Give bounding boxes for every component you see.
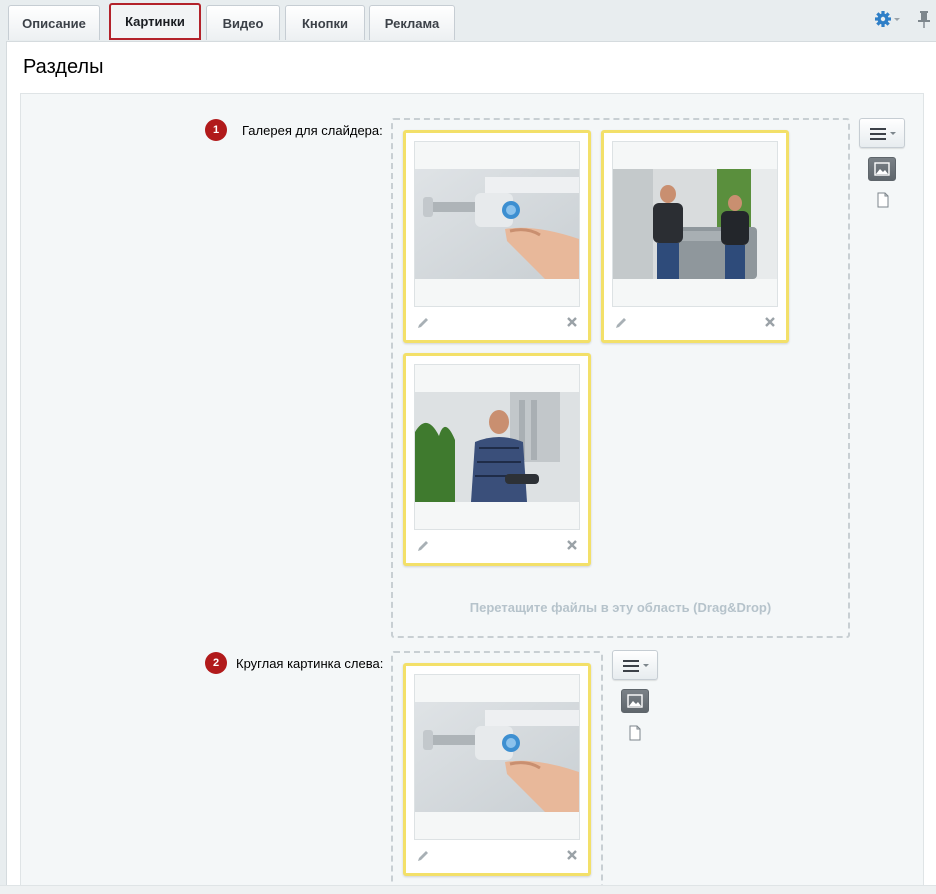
tab-buttons[interactable]: Кнопки: [285, 5, 365, 40]
image-frame: [414, 141, 580, 307]
thermostat-valve-photo: [415, 702, 579, 812]
gallery-image-card[interactable]: [601, 130, 789, 343]
gallery-dropzone[interactable]: Перетащите файлы в эту область (Drag&Dro…: [391, 118, 850, 638]
image-icon: [874, 162, 890, 176]
menu-icon: [623, 660, 649, 672]
round-image-card[interactable]: [403, 663, 591, 876]
tab-description[interactable]: Описание: [8, 5, 100, 40]
bottom-divider: [0, 885, 936, 894]
edit-icon[interactable]: [416, 849, 430, 863]
image-frame: [414, 674, 580, 840]
gallery-image-card[interactable]: [403, 353, 591, 566]
edit-icon[interactable]: [416, 539, 430, 553]
file-icon[interactable]: [628, 725, 642, 741]
workers-moving-boiler-photo: [613, 169, 777, 279]
tab-video[interactable]: Видео: [206, 5, 280, 40]
delete-icon[interactable]: [565, 538, 579, 552]
delete-icon[interactable]: [763, 315, 777, 329]
image-icon: [627, 694, 643, 708]
round-image-field-label: Круглая картинка слева:: [236, 656, 384, 671]
round-image-dropzone[interactable]: [391, 651, 603, 894]
tab-pictures[interactable]: Картинки: [109, 3, 201, 40]
main-panel: Разделы 1 Галерея для слайдера: Перетащи…: [6, 41, 936, 894]
image-mode-button[interactable]: [868, 157, 896, 181]
section-body: 1 Галерея для слайдера: Перетащите файлы…: [20, 93, 924, 894]
gear-icon[interactable]: [874, 9, 902, 29]
menu-icon: [870, 128, 896, 140]
tab-bar: Описание Картинки Видео Кнопки Реклама: [0, 0, 936, 42]
image-frame: [414, 364, 580, 530]
gallery-menu-button[interactable]: [859, 118, 905, 148]
gallery-field-label: Галерея для слайдера:: [242, 123, 383, 138]
field-number-badge: 2: [205, 652, 227, 674]
file-icon[interactable]: [876, 192, 890, 208]
edit-icon[interactable]: [614, 316, 628, 330]
dropzone-hint: Перетащите файлы в эту область (Drag&Dro…: [469, 600, 772, 615]
field-number-badge: 1: [205, 119, 227, 141]
delete-icon[interactable]: [565, 848, 579, 862]
tab-advertising[interactable]: Реклама: [369, 5, 455, 40]
pin-icon[interactable]: [916, 9, 932, 29]
delete-icon[interactable]: [565, 315, 579, 329]
gallery-image-card[interactable]: [403, 130, 591, 343]
round-image-menu-button[interactable]: [612, 650, 658, 680]
image-frame: [612, 141, 778, 307]
thermostat-valve-photo: [415, 169, 579, 279]
image-mode-button[interactable]: [621, 689, 649, 713]
edit-icon[interactable]: [416, 316, 430, 330]
technician-with-tools-photo: [415, 392, 579, 502]
page-title: Разделы: [23, 56, 104, 78]
